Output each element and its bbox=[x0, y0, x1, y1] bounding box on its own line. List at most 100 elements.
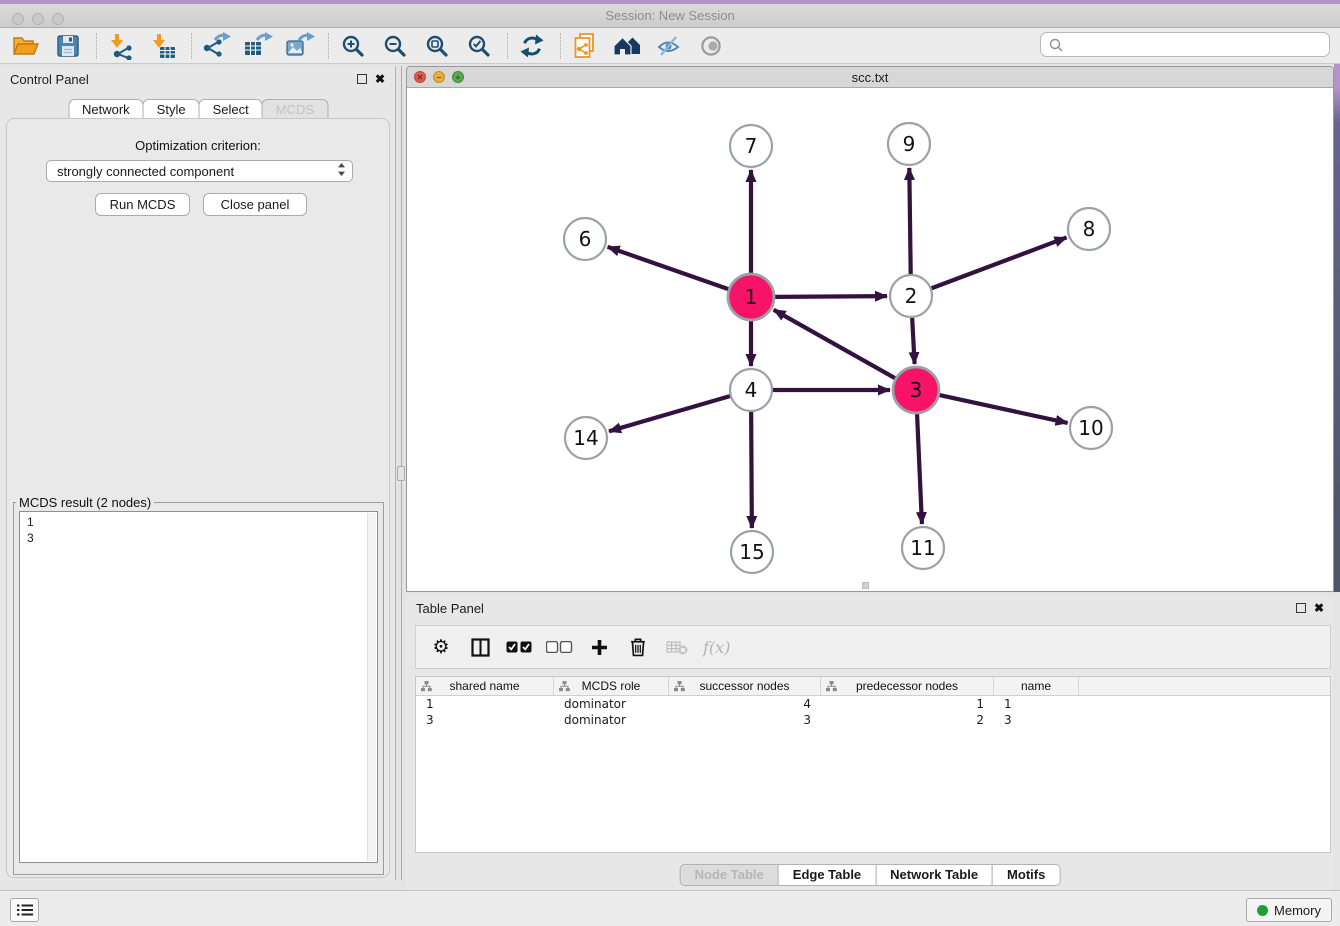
export-table-icon[interactable] bbox=[242, 31, 274, 61]
tab-node-table[interactable]: Node Table bbox=[680, 864, 779, 886]
svg-text:6: 6 bbox=[579, 227, 592, 251]
zoom-out-icon[interactable] bbox=[379, 31, 411, 61]
edge-1-2[interactable] bbox=[775, 296, 887, 297]
table-cell[interactable]: dominator bbox=[554, 712, 669, 728]
table-panel-tabs: Node Table Edge Table Network Table Moti… bbox=[680, 864, 1061, 886]
table-row[interactable]: 1dominator411 bbox=[416, 696, 1330, 712]
zoom-in-icon[interactable] bbox=[337, 31, 369, 61]
node-3[interactable]: 3 bbox=[893, 367, 939, 413]
zoom-fit-icon[interactable] bbox=[421, 31, 453, 61]
panel-splitter[interactable] bbox=[396, 66, 406, 880]
window-zoom-icon[interactable] bbox=[52, 13, 64, 25]
table-cell[interactable]: 2 bbox=[821, 712, 994, 728]
float-panel-icon[interactable] bbox=[1296, 603, 1306, 613]
splitter-grip-icon[interactable] bbox=[397, 466, 405, 481]
homes-icon[interactable] bbox=[611, 31, 643, 61]
node-15[interactable]: 15 bbox=[731, 531, 773, 573]
column-header-name[interactable]: name bbox=[994, 677, 1079, 695]
table-cell[interactable]: 1 bbox=[416, 696, 554, 712]
tab-mcds[interactable]: MCDS bbox=[262, 99, 328, 119]
window-title: Session: New Session bbox=[0, 4, 1340, 28]
table-row[interactable]: 3dominator323 bbox=[416, 712, 1330, 728]
zoom-selected-icon[interactable] bbox=[463, 31, 495, 61]
mcds-result-list[interactable]: 13 bbox=[19, 511, 378, 863]
edge-2-8[interactable] bbox=[932, 237, 1067, 288]
column-header-shared-name[interactable]: shared name bbox=[416, 677, 554, 695]
export-network-icon[interactable] bbox=[200, 31, 232, 61]
node-6[interactable]: 6 bbox=[564, 218, 606, 260]
column-header-successor-nodes[interactable]: successor nodes bbox=[669, 677, 821, 695]
eye-icon[interactable] bbox=[695, 31, 727, 61]
float-panel-icon[interactable] bbox=[357, 74, 367, 84]
resize-grip-icon[interactable] bbox=[862, 582, 869, 589]
search-input[interactable] bbox=[1068, 37, 1321, 52]
table-cell[interactable]: 1 bbox=[821, 696, 994, 712]
scrollbar-track[interactable] bbox=[367, 513, 376, 861]
table-cell[interactable]: 1 bbox=[994, 696, 1079, 712]
gear-icon[interactable]: ⚙ bbox=[428, 632, 454, 662]
edge-2-3[interactable] bbox=[912, 318, 914, 364]
tab-style[interactable]: Style bbox=[143, 99, 200, 119]
function-builder-icon[interactable]: f(x) bbox=[703, 632, 730, 662]
node-14[interactable]: 14 bbox=[565, 417, 607, 459]
column-header-predecessor-nodes[interactable]: predecessor nodes bbox=[821, 677, 994, 695]
tab-motifs[interactable]: Motifs bbox=[992, 864, 1060, 886]
close-panel-button[interactable]: Close panel bbox=[203, 193, 307, 216]
tab-select[interactable]: Select bbox=[199, 99, 263, 119]
window-close-icon[interactable] bbox=[12, 13, 24, 25]
criterion-select[interactable]: strongly connected component bbox=[46, 160, 353, 182]
table-cell[interactable]: 3 bbox=[994, 712, 1079, 728]
memory-button[interactable]: Memory bbox=[1246, 898, 1332, 922]
edge-3-10[interactable] bbox=[939, 395, 1067, 423]
import-table-icon[interactable] bbox=[147, 31, 179, 61]
deselect-all-icon[interactable] bbox=[546, 632, 573, 662]
network-canvas[interactable]: 1 2 3 4 6 7 8 9 10 11 14 15 bbox=[407, 88, 1333, 591]
network-window-titlebar[interactable]: ✕ − + scc.txt bbox=[407, 67, 1333, 88]
export-image-icon[interactable] bbox=[284, 31, 316, 61]
delete-icon[interactable] bbox=[625, 632, 651, 662]
import-network-icon[interactable] bbox=[105, 31, 137, 61]
edge-4-15[interactable] bbox=[751, 412, 752, 528]
node-2[interactable]: 2 bbox=[890, 275, 932, 317]
edge-3-1[interactable] bbox=[774, 310, 895, 378]
edge-3-11[interactable] bbox=[917, 414, 922, 524]
delete-table-icon[interactable] bbox=[664, 632, 690, 662]
run-mcds-button[interactable]: Run MCDS bbox=[95, 193, 190, 216]
control-panel-header: Control Panel ✖ bbox=[0, 66, 395, 92]
eye-slash-icon[interactable] bbox=[653, 31, 685, 61]
search-box[interactable] bbox=[1040, 32, 1330, 57]
main-toolbar bbox=[0, 28, 1340, 64]
select-all-icon[interactable] bbox=[506, 632, 533, 662]
table-cell[interactable]: 3 bbox=[669, 712, 821, 728]
tab-network[interactable]: Network bbox=[68, 99, 144, 119]
table-toolbar: ⚙ bbox=[415, 625, 1331, 669]
node-8[interactable]: 8 bbox=[1068, 208, 1110, 250]
node-7[interactable]: 7 bbox=[730, 125, 772, 167]
table-cell[interactable]: 3 bbox=[416, 712, 554, 728]
edge-2-9[interactable] bbox=[909, 168, 910, 274]
task-history-button[interactable] bbox=[10, 898, 39, 922]
node-4[interactable]: 4 bbox=[730, 369, 772, 411]
node-9[interactable]: 9 bbox=[888, 123, 930, 165]
close-panel-icon[interactable]: ✖ bbox=[375, 74, 385, 84]
column-header-MCDS-role[interactable]: MCDS role bbox=[554, 677, 669, 695]
column-label: successor nodes bbox=[699, 679, 789, 693]
network-window: ✕ − + scc.txt 1 2 3 4 6 7 8 9 10 11 14 15 bbox=[406, 66, 1334, 592]
window-minimize-icon[interactable] bbox=[32, 13, 44, 25]
close-panel-icon[interactable]: ✖ bbox=[1314, 603, 1324, 613]
node-10[interactable]: 10 bbox=[1070, 407, 1112, 449]
edge-4-14[interactable] bbox=[609, 396, 730, 431]
table-cell[interactable]: 4 bbox=[669, 696, 821, 712]
table-cell[interactable]: dominator bbox=[554, 696, 669, 712]
duplicate-network-icon[interactable] bbox=[569, 31, 601, 61]
tab-edge-table[interactable]: Edge Table bbox=[778, 864, 876, 886]
save-icon[interactable] bbox=[52, 31, 84, 61]
refresh-icon[interactable] bbox=[516, 31, 548, 61]
tab-network-table[interactable]: Network Table bbox=[875, 864, 993, 886]
split-pane-icon[interactable] bbox=[467, 632, 493, 662]
folder-open-icon[interactable] bbox=[10, 31, 42, 61]
add-column-icon[interactable] bbox=[586, 632, 612, 662]
edge-1-6[interactable] bbox=[608, 247, 729, 289]
node-11[interactable]: 11 bbox=[902, 527, 944, 569]
node-1[interactable]: 1 bbox=[728, 274, 774, 320]
